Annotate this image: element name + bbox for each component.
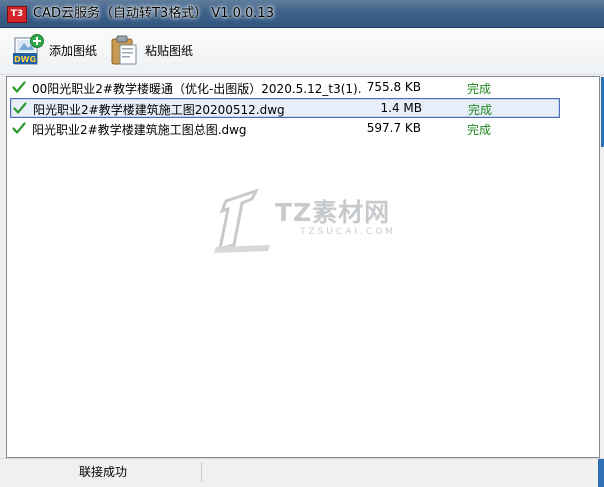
svg-text:DWG: DWG: [14, 55, 36, 64]
watermark-subtitle: TZSUCAI.COM: [300, 227, 397, 237]
toolbar: DWG 添加图纸 粘贴图纸: [0, 28, 604, 75]
title-bar[interactable]: T3 CAD云服务（自动转T3格式） V1.0.0.13: [0, 0, 604, 28]
watermark-title: TZ素材网: [275, 198, 391, 227]
dwg-add-icon: DWG: [12, 34, 44, 66]
file-row[interactable]: 阳光职业2#教学楼建筑施工图总图.dwg 597.7 KB 完成: [10, 119, 560, 139]
paste-drawing-button[interactable]: 粘贴图纸: [108, 33, 193, 67]
check-icon: [13, 101, 27, 115]
check-icon: [12, 121, 26, 135]
file-status: 完成: [468, 103, 493, 117]
file-row[interactable]: 00阳光职业2#教学楼暖通（优化-出图版）2020.5.12_t3(1)... …: [10, 78, 560, 98]
check-icon: [12, 80, 26, 94]
file-name: 00阳光职业2#教学楼暖通（优化-出图版）2020.5.12_t3(1)...: [32, 82, 362, 96]
connection-status: 联接成功: [5, 462, 202, 482]
file-size: 755.8 KB: [366, 80, 421, 94]
paste-drawing-label: 粘贴图纸: [145, 43, 194, 58]
file-name: 阳光职业2#教学楼建筑施工图总图.dwg: [32, 123, 247, 137]
add-drawing-label: 添加图纸: [49, 43, 98, 58]
app-icon[interactable]: T3: [7, 6, 27, 23]
file-status: 完成: [467, 82, 492, 96]
watermark-logo-icon: [214, 188, 270, 253]
add-drawing-button[interactable]: DWG 添加图纸: [12, 33, 97, 67]
clipboard-paste-icon: [108, 34, 140, 66]
file-list[interactable]: 00阳光职业2#教学楼暖通（优化-出图版）2020.5.12_t3(1)... …: [6, 76, 604, 458]
file-size: 597.7 KB: [366, 121, 421, 135]
file-status: 完成: [467, 123, 492, 137]
app-window: T3 CAD云服务（自动转T3格式） V1.0.0.13 DWG 添加图纸 粘贴…: [0, 0, 604, 487]
window-edge: [598, 459, 604, 487]
watermark: TZ素材网 TZSUCAI.COM: [212, 187, 412, 257]
file-size: 1.4 MB: [380, 101, 422, 115]
window-title: CAD云服务（自动转T3格式） V1.0.0.13: [33, 6, 274, 21]
file-name: 阳光职业2#教学楼建筑施工图20200512.dwg: [33, 103, 285, 117]
status-bar: 联接成功: [0, 458, 604, 487]
file-row-selected[interactable]: 阳光职业2#教学楼建筑施工图20200512.dwg 1.4 MB 完成: [10, 98, 560, 118]
